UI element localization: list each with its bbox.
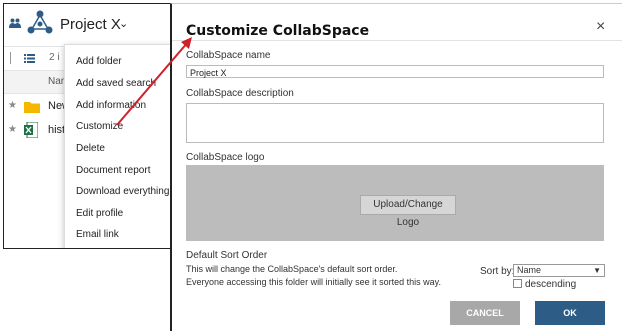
project-title[interactable]: Project X <box>60 16 121 33</box>
logo-drop-area[interactable]: Upload/Change Logo <box>186 165 604 241</box>
column-name-header[interactable]: Nar <box>48 76 64 87</box>
sort-description-line1: This will change the CollabSpace's defau… <box>186 264 398 274</box>
close-icon[interactable]: × <box>596 18 605 36</box>
menu-item-document-report[interactable]: Document report <box>76 165 150 176</box>
description-textarea[interactable] <box>186 103 604 143</box>
sort-description-line2: Everyone accessing this folder will init… <box>186 277 441 287</box>
dialog-divider <box>172 40 622 41</box>
star-icon[interactable]: ★ <box>8 100 17 111</box>
sort-by-select[interactable]: Name ▼ <box>513 264 605 277</box>
logo-label: CollabSpace logo <box>186 152 265 163</box>
item-count: 2 i <box>49 52 60 63</box>
descending-label: descending <box>525 279 577 290</box>
menu-item-email-link[interactable]: Email link <box>76 229 119 240</box>
descending-checkbox[interactable] <box>513 279 522 288</box>
excel-file-icon <box>24 122 38 138</box>
dropdown-arrow-icon: ▼ <box>593 266 601 275</box>
menu-item-download-everything[interactable]: Download everything <box>76 186 169 197</box>
sort-by-label: Sort by: <box>480 266 515 277</box>
dialog-title: Customize CollabSpace <box>186 23 370 39</box>
menu-item-delete[interactable]: Delete <box>76 143 105 154</box>
group-icon[interactable] <box>9 18 21 28</box>
toolbar-divider <box>10 52 11 64</box>
upload-logo-button[interactable]: Upload/Change Logo <box>360 195 456 228</box>
chevron-down-icon[interactable]: ⌄ <box>119 17 128 30</box>
description-label: CollabSpace description <box>186 88 294 99</box>
name-label: CollabSpace name <box>186 50 271 61</box>
menu-item-edit-profile[interactable]: Edit profile <box>76 208 123 219</box>
star-icon[interactable]: ★ <box>8 124 17 135</box>
sort-heading: Default Sort Order <box>186 250 268 261</box>
sort-by-value: Name <box>517 265 542 275</box>
customize-dialog: Customize CollabSpace × CollabSpace name… <box>170 3 622 331</box>
app-header: Project X ⌄ <box>4 4 176 42</box>
ok-button[interactable]: OK <box>535 301 605 325</box>
menu-item-add-saved-search[interactable]: Add saved search <box>76 78 156 89</box>
cancel-button[interactable]: CANCEL <box>450 301 520 325</box>
menu-item-add-folder[interactable]: Add folder <box>76 56 122 67</box>
collabspace-logo-icon <box>27 10 53 34</box>
menu-item-add-information[interactable]: Add information <box>76 100 146 111</box>
actions-dropdown-menu: Add folder Add saved search Add informat… <box>64 44 176 248</box>
name-input[interactable]: Project X <box>186 65 604 78</box>
list-view-icon[interactable] <box>24 54 35 63</box>
list-item-label: hist <box>48 124 66 136</box>
folder-icon <box>24 102 40 113</box>
menu-item-customize[interactable]: Customize <box>76 121 123 132</box>
app-window: Project X ⌄ 2 i Nar ★ New ★ hist Add fol… <box>3 3 177 249</box>
